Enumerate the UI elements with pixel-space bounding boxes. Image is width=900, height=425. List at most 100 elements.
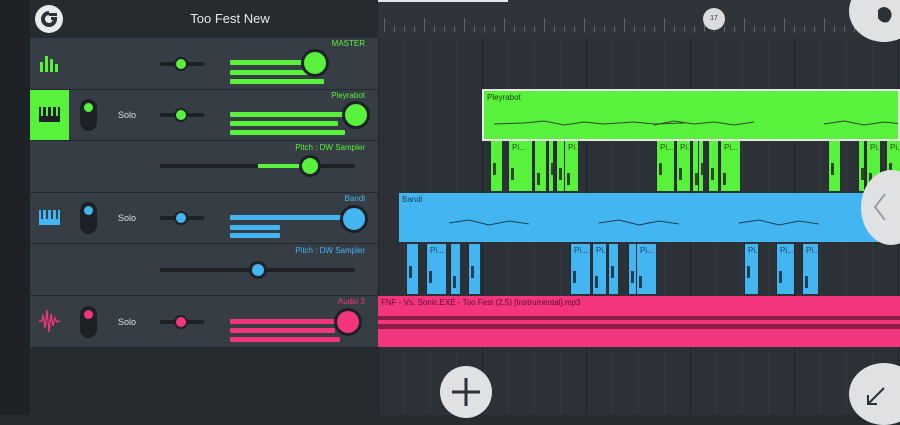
pitch-note: [453, 276, 456, 288]
pleyrabot-pitch-clip[interactable]: [490, 141, 502, 191]
pitch-note: [779, 271, 782, 283]
bandi-pan-knob[interactable]: [174, 211, 188, 225]
audio3-level-bar: [230, 328, 335, 333]
pleyrabot-pitch-clip[interactable]: Pi...: [676, 141, 690, 191]
track-name-audio3: Audio 3: [337, 297, 365, 306]
pleyrabot-pitch-knob[interactable]: [299, 155, 321, 177]
pitch-clip-label: Pi...: [596, 246, 606, 255]
pitch-clip-label: Pi...: [512, 143, 526, 152]
pitch-note: [559, 168, 562, 180]
piano-keys-icon[interactable]: [30, 193, 69, 243]
pitch-note: [537, 173, 540, 185]
pleyrabot-solo-label[interactable]: Solo: [118, 110, 136, 120]
pleyrabot-pitch-clip[interactable]: Pi...: [720, 141, 740, 191]
piano-keys-icon[interactable]: [30, 90, 69, 140]
add-button[interactable]: [440, 366, 492, 418]
pleyrabot-pitch-clip[interactable]: [828, 141, 840, 191]
waveform-icon[interactable]: [30, 296, 69, 347]
bandi-pitch-clip[interactable]: [608, 244, 618, 294]
pitch-clip-label: Pi...: [724, 143, 738, 152]
bandi-pitch-clip[interactable]: Pi...: [636, 244, 656, 294]
bandi-pitch-clip[interactable]: Pi...: [426, 244, 446, 294]
pitch-note: [493, 163, 496, 175]
pitch-note: [747, 266, 750, 278]
pitch-note: [551, 163, 553, 175]
pleyrabot-pitch-clip[interactable]: [698, 141, 703, 191]
back-button[interactable]: [35, 5, 63, 33]
pleyrabot-pitch-clip[interactable]: [534, 141, 546, 191]
track-name-bandi: Bandi: [344, 194, 365, 203]
bandi-pitch-clip[interactable]: Pi...: [570, 244, 590, 294]
bandi-volume-bar: [230, 215, 345, 220]
pitch-note: [701, 163, 703, 175]
master-volume-knob[interactable]: [301, 49, 329, 77]
pleyrabot-pitch-clip[interactable]: Pi...: [656, 141, 674, 191]
master-level-bar-2: [230, 79, 324, 84]
pitch-note: [831, 163, 834, 175]
fl-menu-icon: [41, 11, 57, 27]
pleyrabot-pitch-clip[interactable]: [548, 141, 553, 191]
pleyrabot-volume-knob[interactable]: [342, 101, 370, 129]
pitch-note: [861, 168, 864, 180]
pitch-note: [567, 173, 570, 185]
pleyrabot-mute-toggle[interactable]: [80, 99, 97, 131]
pitch-note: [639, 276, 642, 288]
audio3-solo-label[interactable]: Solo: [118, 317, 136, 327]
bandi-pitch-knob[interactable]: [249, 261, 267, 279]
bandi-mute-toggle[interactable]: [80, 202, 97, 234]
pitch-clip-label: Pi...: [680, 143, 690, 152]
pitch-note: [595, 276, 598, 288]
pleyrabot-volume-bar: [230, 112, 345, 117]
pitch-clip-lanes: Pi... Pi... Pi... Pi... Pi... Pi... Pi... Pi...…: [378, 0, 900, 415]
add-icon: [452, 378, 480, 406]
pitch-note: [429, 271, 432, 283]
pitch-clip-label: Pi...: [890, 143, 900, 152]
bandi-level-bar: [230, 225, 280, 230]
audio3-volume-knob[interactable]: [334, 308, 362, 336]
audio3-volume-bar: [230, 319, 345, 324]
pitch-note: [723, 173, 726, 185]
track-name-master: MASTER: [331, 39, 365, 48]
pleyrabot-pan-knob[interactable]: [174, 108, 188, 122]
expand-arrow-icon: [867, 387, 885, 405]
pitch-clip-label: Pi...: [568, 143, 578, 152]
pleyrabot-pitch-label: Pitch : DW Sampler: [295, 143, 365, 152]
pitch-note: [631, 271, 634, 283]
bandi-solo-label[interactable]: Solo: [118, 213, 136, 223]
audio3-pan-knob[interactable]: [174, 315, 188, 329]
pitch-clip-label: Pi...: [574, 246, 588, 255]
pitch-note: [409, 266, 412, 278]
bandi-pitch-clip[interactable]: Pi...: [592, 244, 606, 294]
pleyrabot-pitch-clip[interactable]: Pi...: [508, 141, 532, 191]
pleyrabot-pitch-clip[interactable]: [858, 141, 864, 191]
pitch-clip-label: Pi...: [660, 143, 674, 152]
bandi-volume-knob[interactable]: [340, 205, 368, 233]
pleyrabot-level-bar-2: [230, 130, 345, 135]
equalizer-icon[interactable]: [30, 38, 69, 89]
bandi-pitch-clip[interactable]: Pi...: [744, 244, 758, 294]
bandi-level-bar-2: [230, 233, 280, 238]
audio3-level-bar-2: [230, 337, 340, 342]
pitch-note: [573, 271, 576, 283]
audio3-mute-toggle[interactable]: [80, 306, 97, 338]
pitch-note: [611, 266, 614, 278]
pitch-clip-label: Pi...: [780, 246, 794, 255]
bandi-pitch-clip[interactable]: [450, 244, 460, 294]
bandi-pitch-clip[interactable]: Pi...: [776, 244, 794, 294]
pitch-note: [679, 168, 682, 180]
pleyrabot-level-bar: [230, 121, 338, 126]
master-pan-knob[interactable]: [174, 57, 188, 71]
bandi-pitch-label: Pitch : DW Sampler: [295, 246, 365, 255]
bandi-pitch-clip[interactable]: Pi...: [802, 244, 818, 294]
fruit-logo-icon: [878, 7, 892, 23]
pitch-note: [805, 276, 808, 288]
left-edge: [0, 0, 30, 415]
chevron-left-icon: [873, 193, 886, 221]
bandi-pitch-clip[interactable]: [406, 244, 418, 294]
pitch-note: [659, 163, 662, 175]
pitch-note: [711, 168, 714, 180]
pleyrabot-pitch-clip[interactable]: Pi...: [564, 141, 578, 191]
pleyrabot-pitch-clip[interactable]: [708, 141, 718, 191]
bandi-pitch-clip[interactable]: [468, 244, 480, 294]
pitch-clip-label: Pi...: [748, 246, 758, 255]
